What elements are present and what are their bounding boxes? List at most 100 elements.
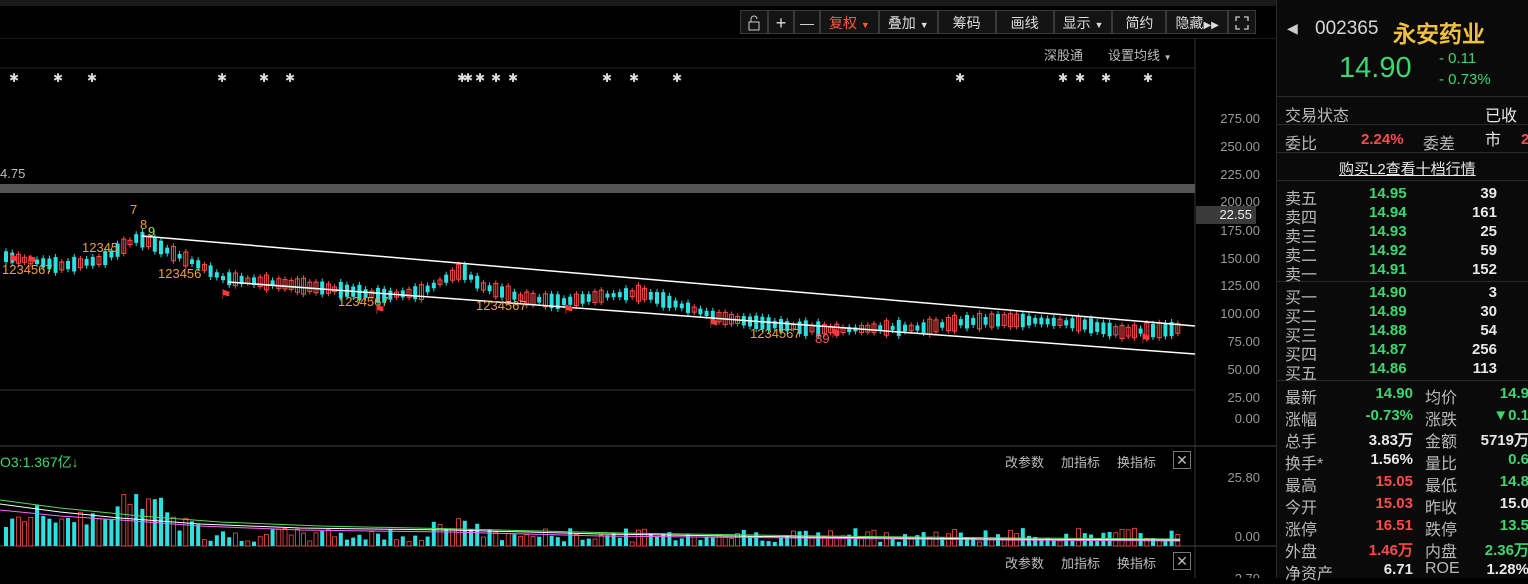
candle-body[interactable] bbox=[903, 324, 907, 332]
huan-zhibiao-link-2[interactable]: 换指标 bbox=[1117, 553, 1156, 572]
candle-body[interactable] bbox=[462, 264, 467, 280]
candle-body[interactable] bbox=[72, 256, 77, 272]
candle-body[interactable] bbox=[940, 322, 945, 328]
flag-icon[interactable]: ⚑ bbox=[220, 287, 232, 302]
candle-body[interactable] bbox=[431, 282, 436, 289]
huaxian-button[interactable]: 画线 bbox=[995, 10, 1054, 34]
candle-body[interactable] bbox=[537, 296, 542, 303]
event-marker-icon[interactable]: ✱ bbox=[508, 71, 518, 85]
candle-body[interactable] bbox=[673, 300, 678, 308]
flag-icon[interactable]: ⚑ bbox=[8, 252, 20, 267]
expand-icon[interactable] bbox=[1227, 10, 1256, 34]
candle-body[interactable] bbox=[580, 294, 585, 304]
event-marker-icon[interactable]: ✱ bbox=[1101, 71, 1111, 85]
candle-body[interactable] bbox=[165, 247, 170, 254]
flag-icon[interactable]: ⚑ bbox=[830, 326, 842, 341]
diejia-dropdown[interactable]: 叠加 ▼ bbox=[878, 10, 938, 34]
candle-body[interactable] bbox=[177, 254, 182, 259]
candle-body[interactable] bbox=[698, 308, 703, 315]
flag-icon[interactable]: ⚑ bbox=[1140, 331, 1152, 346]
event-marker-icon[interactable]: ✱ bbox=[217, 71, 227, 85]
ask-row-price[interactable]: 14.95 bbox=[1369, 185, 1407, 202]
candle-body[interactable] bbox=[66, 260, 70, 270]
bid-row-price[interactable]: 14.87 bbox=[1369, 341, 1407, 358]
event-marker-icon[interactable]: ✱ bbox=[259, 71, 269, 85]
candle-body[interactable] bbox=[475, 275, 480, 289]
fuquan-dropdown[interactable]: 复权 ▼ bbox=[820, 10, 879, 34]
candle-body[interactable] bbox=[469, 274, 473, 280]
candle-body[interactable] bbox=[648, 292, 653, 300]
candle-body[interactable] bbox=[388, 290, 393, 300]
jianyue-button[interactable]: 简约 bbox=[1112, 10, 1167, 34]
zoom-out-button[interactable]: — bbox=[794, 10, 820, 34]
candle-body[interactable] bbox=[190, 259, 194, 264]
candle-body[interactable] bbox=[1070, 318, 1075, 329]
candle-body[interactable] bbox=[1027, 315, 1031, 326]
lock-icon[interactable] bbox=[740, 10, 768, 34]
event-marker-icon[interactable]: ✱ bbox=[9, 71, 19, 85]
candle-body[interactable] bbox=[134, 234, 139, 243]
ask-row-price[interactable]: 14.91 bbox=[1369, 261, 1407, 278]
gai-canshu-link-2[interactable]: 改参数 bbox=[1005, 553, 1044, 572]
kline-chart[interactable]: ✱ ✱ ✱ ✱ ✱ ✱ ✱✱ ✱ ✱ ✱ ✱ ✱ ✱ ✱ ✱ ✱ ✱ ✱ 1234578 91234567 12345… bbox=[0, 38, 1276, 578]
bid-row-price[interactable]: 14.86 bbox=[1369, 360, 1407, 377]
candle-body[interactable] bbox=[53, 257, 58, 273]
flag-icon[interactable]: ⚑ bbox=[26, 253, 38, 268]
candle-body[interactable] bbox=[152, 237, 157, 252]
candle-body[interactable] bbox=[214, 272, 219, 278]
l2-upgrade-link[interactable]: 购买L2查看十档行情 bbox=[1339, 158, 1476, 179]
bid-row-price[interactable]: 14.88 bbox=[1369, 322, 1407, 339]
candle-body[interactable] bbox=[1020, 313, 1025, 328]
event-marker-icon[interactable]: ✱ bbox=[1075, 71, 1085, 85]
yincang-button[interactable]: 隐藏▶▶ bbox=[1166, 10, 1228, 34]
candle-body[interactable] bbox=[159, 240, 163, 255]
candle-body[interactable] bbox=[227, 272, 232, 286]
candle-body[interactable] bbox=[1101, 322, 1106, 335]
event-marker-icon[interactable]: ✱ bbox=[53, 71, 63, 85]
flag-icon[interactable]: ⚑ bbox=[374, 302, 386, 317]
event-marker-icon[interactable]: ✱ bbox=[491, 71, 501, 85]
candle-body[interactable] bbox=[667, 295, 672, 308]
event-marker-icon[interactable]: ✱ bbox=[1058, 71, 1068, 85]
event-marker-icon[interactable]: ✱ bbox=[602, 71, 612, 85]
candle-body[interactable] bbox=[996, 313, 1000, 327]
candle-body[interactable] bbox=[803, 320, 808, 336]
candle-body[interactable] bbox=[896, 320, 901, 336]
huan-zhibiao-link[interactable]: 换指标 bbox=[1117, 452, 1156, 471]
event-marker-icon[interactable]: ✱ bbox=[672, 71, 682, 85]
candle-body[interactable] bbox=[444, 274, 449, 283]
flag-icon[interactable]: ⚑ bbox=[563, 302, 575, 317]
candle-body[interactable] bbox=[1089, 318, 1093, 334]
jia-zhibiao-link[interactable]: 加指标 bbox=[1061, 452, 1100, 471]
chouma-button[interactable]: 筹码 bbox=[937, 10, 996, 34]
candle-body[interactable] bbox=[425, 285, 430, 293]
candle-body[interactable] bbox=[320, 281, 325, 295]
zoom-in-button[interactable]: + bbox=[768, 10, 794, 34]
candle-body[interactable] bbox=[611, 293, 616, 298]
candle-body[interactable] bbox=[1039, 317, 1044, 325]
trend-line-upper[interactable] bbox=[141, 235, 1196, 327]
candle-body[interactable] bbox=[921, 322, 926, 334]
candle-body[interactable] bbox=[1033, 317, 1038, 324]
candle-body[interactable] bbox=[84, 258, 89, 266]
candle-body[interactable] bbox=[1095, 322, 1100, 332]
bid-row-price[interactable]: 14.90 bbox=[1369, 284, 1407, 301]
candle-body[interactable] bbox=[208, 265, 213, 277]
candle-body[interactable] bbox=[400, 290, 405, 298]
candle-body[interactable] bbox=[655, 292, 659, 304]
close-icon[interactable]: ✕ bbox=[1173, 552, 1191, 570]
candle-body[interactable] bbox=[1082, 319, 1087, 330]
bid-row-price[interactable]: 14.89 bbox=[1369, 303, 1407, 320]
candle-body[interactable] bbox=[890, 325, 895, 331]
back-arrow-icon[interactable]: ◀ bbox=[1287, 20, 1298, 37]
candle-body[interactable] bbox=[90, 256, 95, 266]
candle-body[interactable] bbox=[1045, 318, 1050, 325]
candle-body[interactable] bbox=[586, 294, 591, 302]
event-marker-icon[interactable]: ✱ bbox=[87, 71, 97, 85]
candle-body[interactable] bbox=[617, 292, 622, 298]
candle-body[interactable] bbox=[624, 288, 628, 301]
gai-canshu-link[interactable]: 改参数 bbox=[1005, 452, 1044, 471]
candle-body[interactable] bbox=[413, 286, 418, 300]
candle-body[interactable] bbox=[958, 319, 963, 326]
candle-body[interactable] bbox=[140, 232, 145, 248]
